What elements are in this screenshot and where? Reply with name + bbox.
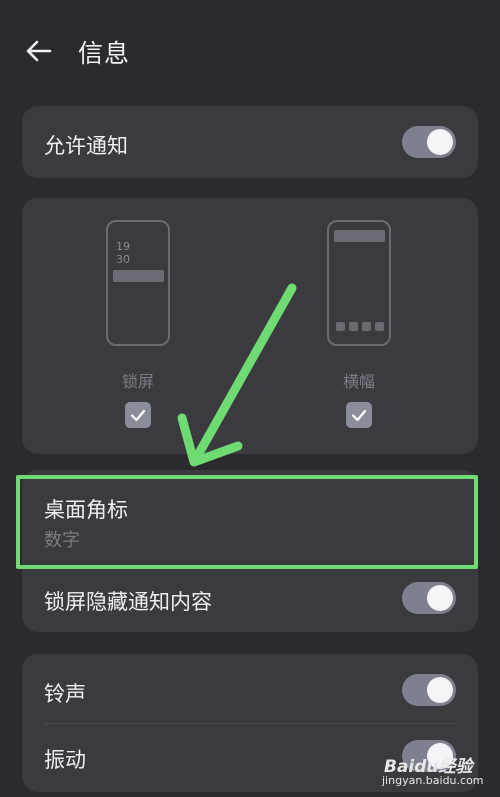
vibration-label: 振动	[44, 748, 86, 772]
divider	[44, 723, 456, 724]
banner-preview[interactable]	[327, 220, 391, 346]
page-title: 信息	[78, 39, 131, 68]
check-icon	[351, 409, 367, 422]
hide-content-label: 锁屏隐藏通知内容	[44, 590, 212, 614]
toggle-knob	[427, 677, 453, 703]
preview-banner-bar	[334, 230, 385, 242]
hide-content-toggle[interactable]	[402, 582, 456, 614]
allow-notifications-row[interactable]: 允许通知	[22, 106, 478, 178]
ringtone-toggle[interactable]	[402, 674, 456, 706]
annotation-arrow-icon	[177, 283, 297, 467]
allow-notifications-toggle[interactable]	[402, 126, 456, 158]
lock-screen-checkbox[interactable]	[125, 402, 151, 428]
watermark-url: jingyan.baidu.com	[382, 774, 484, 787]
ringtone-label: 铃声	[44, 682, 86, 706]
preview-time-minute: 30	[116, 253, 130, 266]
preview-time-hour: 19	[116, 240, 130, 253]
allow-notifications-label: 允许通知	[44, 134, 128, 158]
check-icon	[130, 409, 146, 422]
arrow-left-icon	[26, 40, 52, 62]
highlight-box	[16, 475, 478, 569]
back-button[interactable]	[22, 34, 56, 68]
banner-label: 横幅	[342, 372, 375, 391]
toggle-knob	[427, 585, 453, 611]
lock-screen-label: 锁屏	[121, 372, 154, 391]
banner-checkbox[interactable]	[346, 402, 372, 428]
preview-notification-bar	[113, 270, 164, 282]
preview-dock	[336, 322, 384, 331]
lock-screen-preview[interactable]: 19 30	[106, 220, 170, 346]
toggle-knob	[427, 129, 453, 155]
